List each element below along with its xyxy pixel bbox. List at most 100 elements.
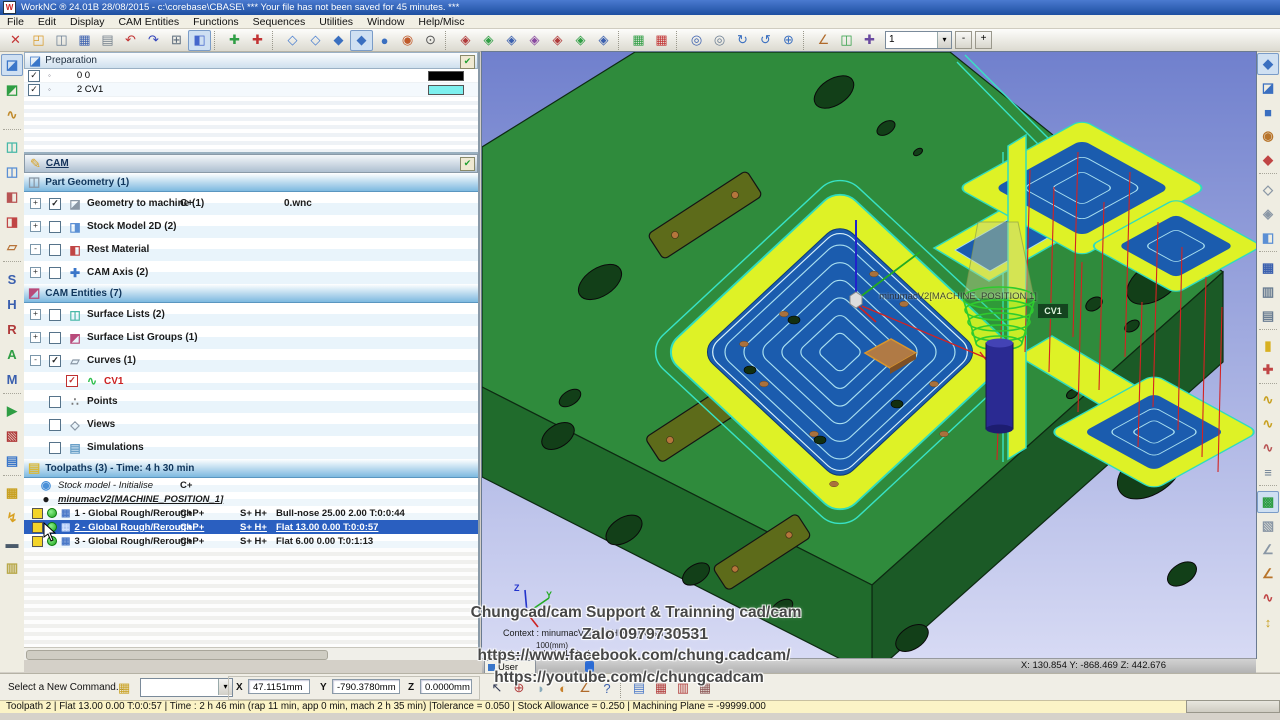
menu-item[interactable]: Utilities [312,16,360,28]
expand-box[interactable]: + [30,198,41,209]
tree-row-curves[interactable]: - ✓ ▱ Curves (1) [24,349,478,372]
surface-green-icon[interactable]: ▩ [1257,491,1279,513]
viewport-3d[interactable] [481,51,1257,659]
view-x-minus-icon[interactable]: ◈ [546,30,569,51]
layer0-checkbox[interactable]: ✓ [28,69,40,82]
preparation-apply-button[interactable]: ✔ [460,55,475,69]
prep-row-layer2[interactable]: ✓ ◦ 2 CV1 [24,83,478,97]
view-y-plus-icon[interactable]: ◈ [477,30,500,51]
delete-file-icon[interactable]: ✕ [4,30,27,51]
view-shaded-icon[interactable]: ◆ [327,30,350,51]
view-x-plus-icon[interactable]: ◈ [454,30,477,51]
expand-box[interactable]: + [30,332,41,343]
save-as-icon[interactable]: ◫ [50,30,73,51]
geometry-checkbox[interactable]: ✓ [49,197,61,210]
holder-icon[interactable]: H [1,293,23,315]
zoom-window-icon[interactable]: ◎ [685,30,708,51]
lightning-icon[interactable]: ↯ [1,507,23,529]
menu-item[interactable]: Sequences [246,16,313,28]
rotate-view-icon[interactable]: ↻ [731,30,754,51]
surface-delete-icon[interactable]: ◧ [1,186,23,208]
route-icon[interactable]: ∿ [1257,587,1279,609]
views-checkbox[interactable] [49,418,61,431]
y-coordinate-field[interactable]: -790.3780mm [332,679,400,694]
level-plus-button[interactable]: + [975,31,992,49]
cam-mode-icon[interactable]: ◩ [1,79,23,101]
spin-view-icon[interactable]: ↺ [754,30,777,51]
snapshot-icon[interactable]: ⊙ [419,30,442,51]
status-corner-button[interactable] [1186,700,1280,713]
x-coordinate-field[interactable]: 47.1151mm [248,679,310,694]
view-material-icon[interactable]: ◉ [396,30,419,51]
expand-box[interactable]: + [30,309,41,320]
cam-entities-header[interactable]: ◩ CAM Entities (7) [24,284,478,303]
cube-solid-icon[interactable]: ■ [1257,101,1279,123]
layout-single-icon[interactable]: ▦ [627,30,650,51]
menu-item[interactable]: Display [63,16,111,28]
layer2-color-swatch[interactable] [428,85,464,95]
manikin-icon[interactable]: ✚ [858,30,881,51]
center-view-icon[interactable]: ⊕ [777,30,800,51]
curve-c-icon[interactable]: ∿ [1257,437,1279,459]
stock-star-icon[interactable]: ▦ [1,482,23,504]
level-combo[interactable]: 1 ▾ [885,31,952,49]
tree-row-rest-material[interactable]: - ◧ Rest Material [24,238,478,261]
surface-select-icon[interactable]: ▱ [1,236,23,258]
probe-a-icon[interactable]: ∠ [1257,539,1279,561]
tree-row-simulations[interactable]: ▤ Simulations [24,436,478,459]
tool-axis-icon[interactable]: ✚ [1257,359,1279,381]
expand-box[interactable]: - [30,244,41,255]
expand-box[interactable]: + [30,221,41,232]
toolpath-row-1[interactable]: ▦ 1 - Global Rough/Rerough C+P+ S+ H+ Bu… [24,506,478,520]
prep-row-layer0[interactable]: ✓ ◦ 0 0 [24,69,478,83]
open-folder-icon[interactable]: ◰ [27,30,50,51]
panel-horizontal-scrollbar[interactable] [24,647,478,660]
view-sphere-icon[interactable]: ● [373,30,396,51]
machine-icon[interactable]: M [1,368,23,390]
toolpath-row-stock-init[interactable]: ◉ Stock model - Initialise C+ [24,478,478,492]
menu-item[interactable]: Window [360,16,411,28]
menu-item[interactable]: Help/Misc [411,16,471,28]
level-minus-button[interactable]: - [955,31,972,49]
tree-row-views[interactable]: ◇ Views [24,413,478,436]
prep-mode-icon[interactable]: ◪ [1,54,23,76]
tree-row-cam-axis[interactable]: + ✚ CAM Axis (2) [24,261,478,284]
toolpath-row-machine-position[interactable]: ● minumacV2[MACHINE_POSITION_1] [24,492,478,506]
menu-item[interactable]: File [0,16,31,28]
chevron-down-icon[interactable]: ▾ [937,32,951,48]
curves-checkbox[interactable]: ✓ [49,354,61,367]
cube-x-icon[interactable]: ◪ [1257,77,1279,99]
nc-command-icon[interactable]: ▦ [118,680,130,696]
vice-icon[interactable]: ▤ [1257,305,1279,327]
tree-row-cv1[interactable]: ✓ ∿ CV1 [24,372,478,390]
surface-groups-checkbox[interactable] [49,331,61,344]
tool-mill-icon[interactable]: ▮ [1257,335,1279,357]
box-blue-icon[interactable]: ◧ [1257,227,1279,249]
dynamic-section-icon[interactable]: ◫ [835,30,858,51]
stock-2d-checkbox[interactable] [49,220,61,233]
axes-machine-icon[interactable]: ✚ [246,30,269,51]
toolpath3-status-box[interactable] [32,535,43,547]
tree-row-geometry-to-machine[interactable]: + ✓ ◪ Geometry to machine (1) C+ 0.wnc [24,192,478,215]
cam-axis-checkbox[interactable] [49,266,61,279]
tree-row-surface-lists[interactable]: + ◫ Surface Lists (2) [24,303,478,326]
tree-row-surface-list-groups[interactable]: + ◩ Surface List Groups (1) [24,326,478,349]
toolpath2-status-box[interactable] [32,521,43,533]
surface-edit-icon[interactable]: ◫ [1,161,23,183]
select-zone-icon[interactable]: ▧ [1,425,23,447]
dashed-select-icon[interactable]: ▧ [1257,515,1279,537]
scrollbar-thumb[interactable] [26,650,328,660]
yellow-box-icon[interactable]: ▥ [1,557,23,579]
stock-model-icon[interactable]: S [1,268,23,290]
surface-list-icon[interactable]: ◫ [1,136,23,158]
cube-delete-icon[interactable]: ◆ [1257,149,1279,171]
run-batch-icon[interactable]: ▶ [1,400,23,422]
menu-item[interactable]: Functions [186,16,246,28]
iso-cube-icon[interactable]: ◆ [1257,53,1279,75]
view-y-minus-icon[interactable]: ◈ [569,30,592,51]
surface-lists-checkbox[interactable] [49,308,61,321]
rest-material-checkbox[interactable] [49,243,61,256]
view-z-minus-icon[interactable]: ◈ [592,30,615,51]
menu-item[interactable]: CAM Entities [111,16,186,28]
rest-material-icon[interactable]: R [1,318,23,340]
